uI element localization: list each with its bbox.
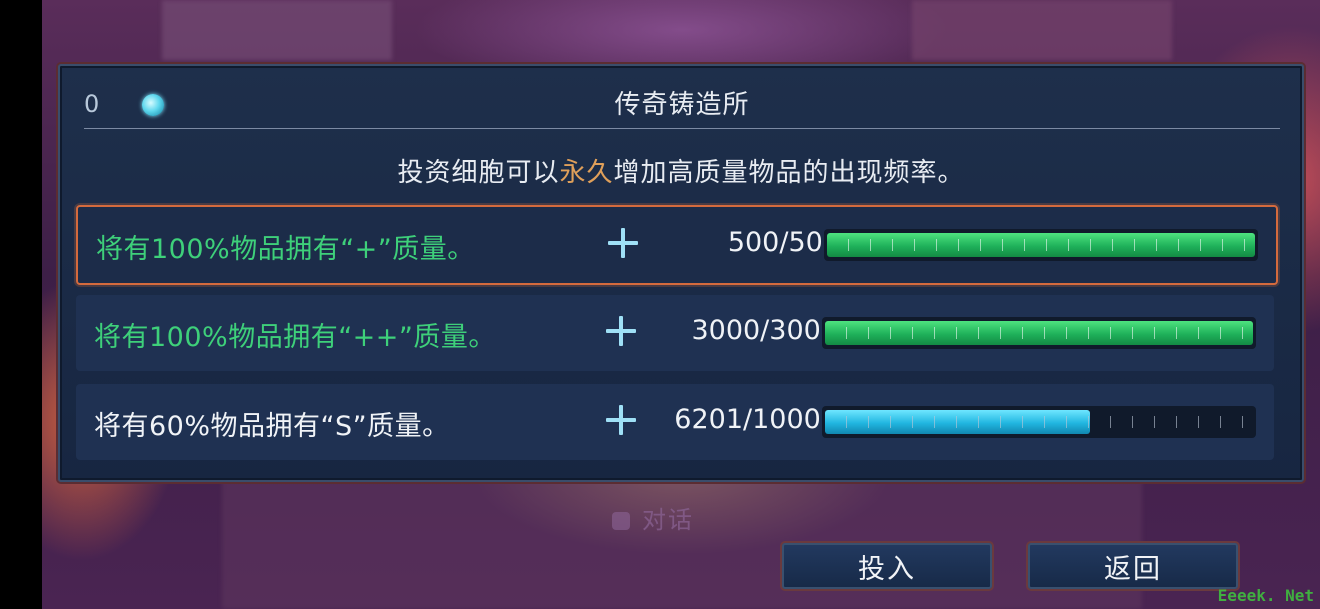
upgrade-progress-bar xyxy=(824,229,1258,261)
background-shape xyxy=(912,0,1172,60)
progress-bar-ticks xyxy=(825,327,1253,339)
invest-plus-icon[interactable] xyxy=(604,403,638,437)
upgrade-row[interactable]: 将有100%物品拥有“++”质量。 3000/3000 xyxy=(76,295,1274,371)
upgrade-progress-bar xyxy=(822,406,1256,438)
background-talk-prompt: 对话 xyxy=(612,500,694,535)
background-shape xyxy=(162,0,392,60)
progress-bar-ticks xyxy=(825,416,1253,428)
panel-title: 传奇铸造所 xyxy=(614,90,750,120)
invest-plus-icon[interactable] xyxy=(606,226,640,260)
panel-subtitle: 投资细胞可以永久增加高质量物品的出现频率。 xyxy=(60,152,1302,189)
upgrade-progress-text: 3000/3000 xyxy=(691,315,838,346)
subtitle-text: 增加高质量物品的出现频率。 xyxy=(613,158,965,188)
upgrade-progress-text: 6201/10000 xyxy=(674,404,838,435)
back-button[interactable]: 返回 xyxy=(1028,543,1238,589)
upgrade-row[interactable]: 将有100%物品拥有“+”质量。 500/500 xyxy=(76,205,1278,285)
talk-label: 对话 xyxy=(642,506,694,534)
panel-header: 0 传奇铸造所 xyxy=(84,66,1280,129)
invest-plus-icon[interactable] xyxy=(604,314,638,348)
subtitle-highlight: 永久 xyxy=(559,158,614,188)
upgrade-row[interactable]: 将有60%物品拥有“S”质量。 6201/10000 xyxy=(76,384,1274,460)
progress-bar-ticks xyxy=(827,239,1255,251)
watermark: Eeeek. Net xyxy=(1217,586,1314,605)
upgrade-description: 将有100%物品拥有“+”质量。 xyxy=(96,234,475,265)
upgrade-description: 将有60%物品拥有“S”质量。 xyxy=(94,411,450,442)
invest-button[interactable]: 投入 xyxy=(782,543,992,589)
legendary-forge-panel: 0 传奇铸造所 投资细胞可以永久增加高质量物品的出现频率。 将有100%物品拥有… xyxy=(58,64,1304,482)
upgrade-progress-bar xyxy=(822,317,1256,349)
subtitle-text: 投资细胞可以 xyxy=(397,158,560,188)
talk-icon xyxy=(612,512,630,530)
upgrade-description: 将有100%物品拥有“++”质量。 xyxy=(94,322,496,353)
